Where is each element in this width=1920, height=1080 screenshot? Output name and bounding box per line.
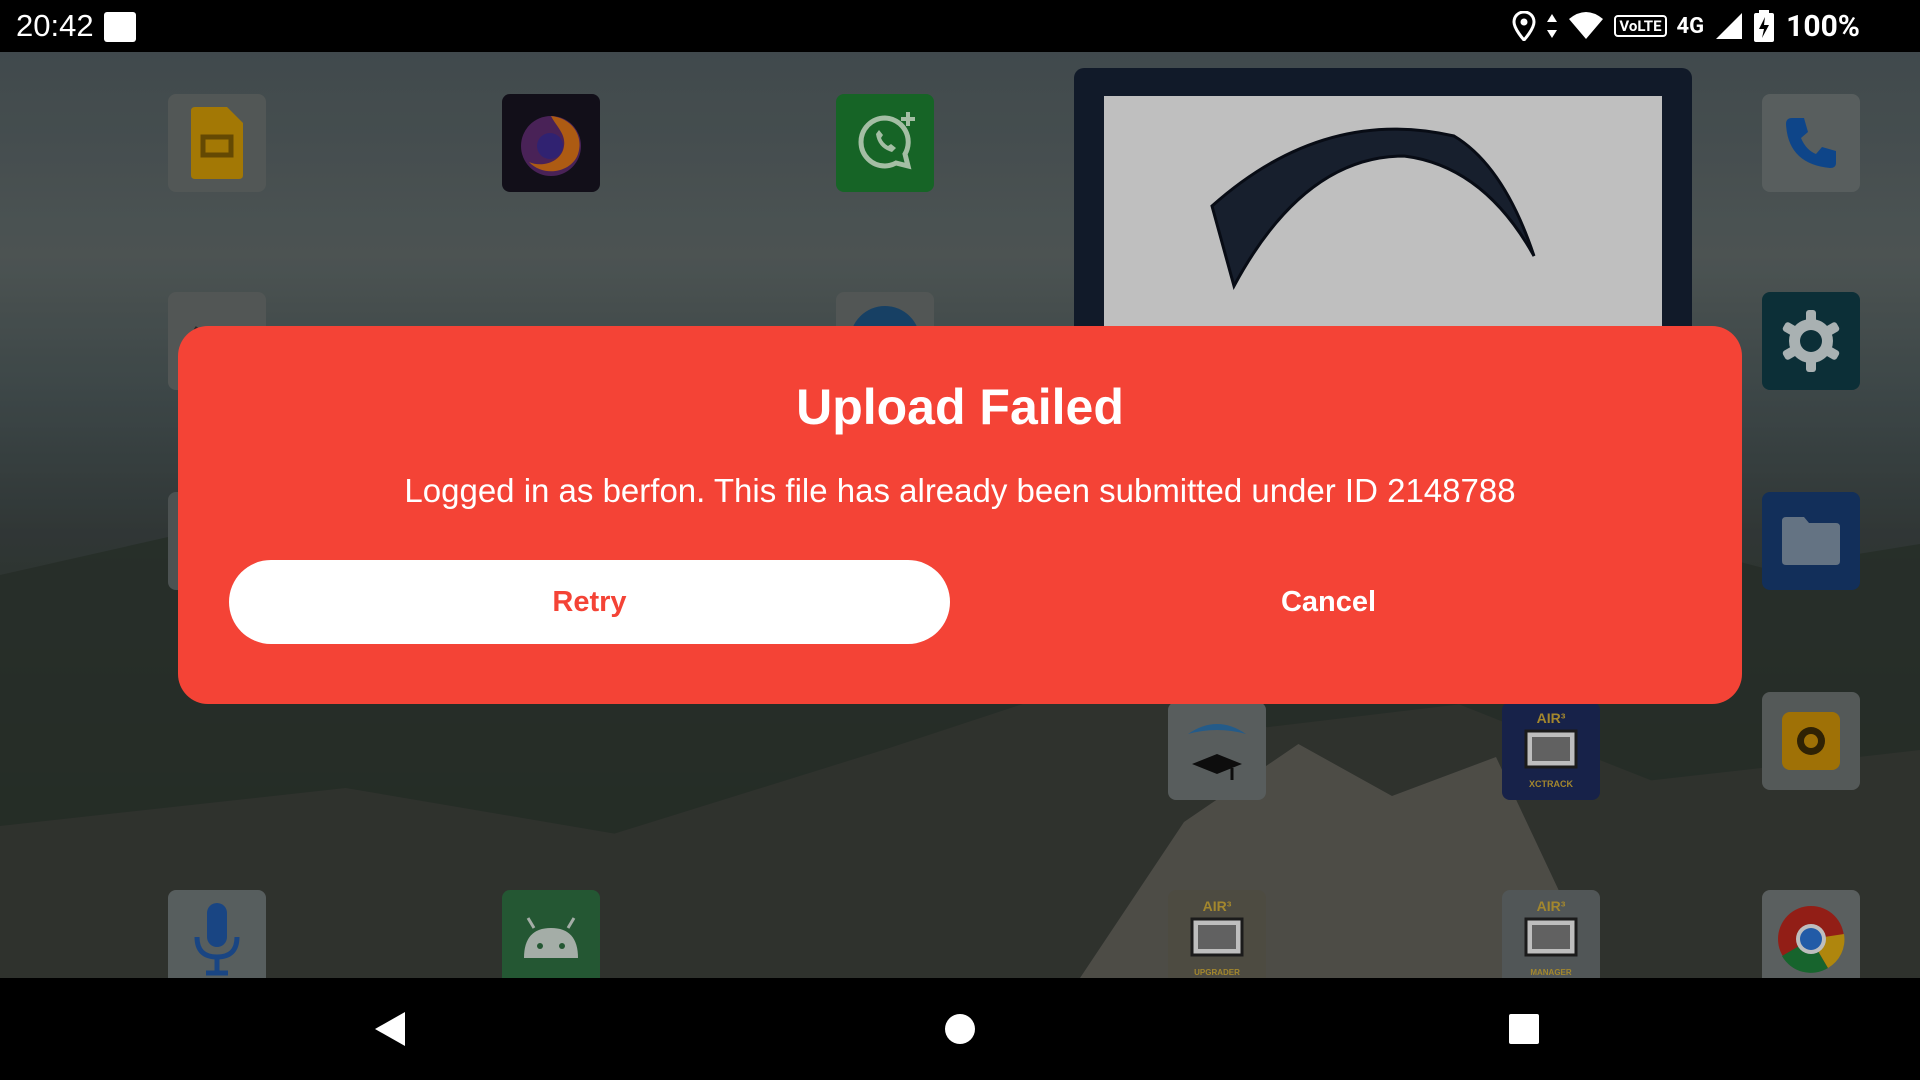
wifi-icon xyxy=(1569,12,1604,39)
cell-signal-icon xyxy=(1716,13,1743,39)
cancel-button[interactable]: Cancel xyxy=(968,560,1689,644)
battery-percentage: 100% xyxy=(1786,8,1860,44)
location-icon xyxy=(1512,11,1536,41)
network-type: 4G xyxy=(1676,13,1705,39)
status-bar: 20:42 VoLTE 4G 100% xyxy=(0,0,1920,52)
recents-button[interactable] xyxy=(1464,978,1584,1080)
back-icon xyxy=(375,1012,405,1046)
dialog-message: Logged in as berfon. This file has alrea… xyxy=(404,472,1516,509)
home-icon xyxy=(945,1014,975,1044)
retry-button[interactable]: Retry xyxy=(229,560,950,644)
notification-icon xyxy=(104,12,136,42)
navigation-bar xyxy=(0,978,1920,1080)
volte-badge: VoLTE xyxy=(1614,15,1667,37)
battery-charging-icon xyxy=(1754,10,1775,42)
back-button[interactable] xyxy=(330,978,450,1080)
recents-icon xyxy=(1509,1014,1539,1044)
upload-failed-dialog: Upload Failed Logged in as berfon. This … xyxy=(178,326,1742,704)
status-time: 20:42 xyxy=(16,8,94,43)
home-button[interactable] xyxy=(900,978,1020,1080)
status-icons: VoLTE 4G 100% xyxy=(1512,8,1860,44)
dialog-title: Upload Failed xyxy=(796,379,1124,435)
data-arrows-icon xyxy=(1547,14,1558,38)
